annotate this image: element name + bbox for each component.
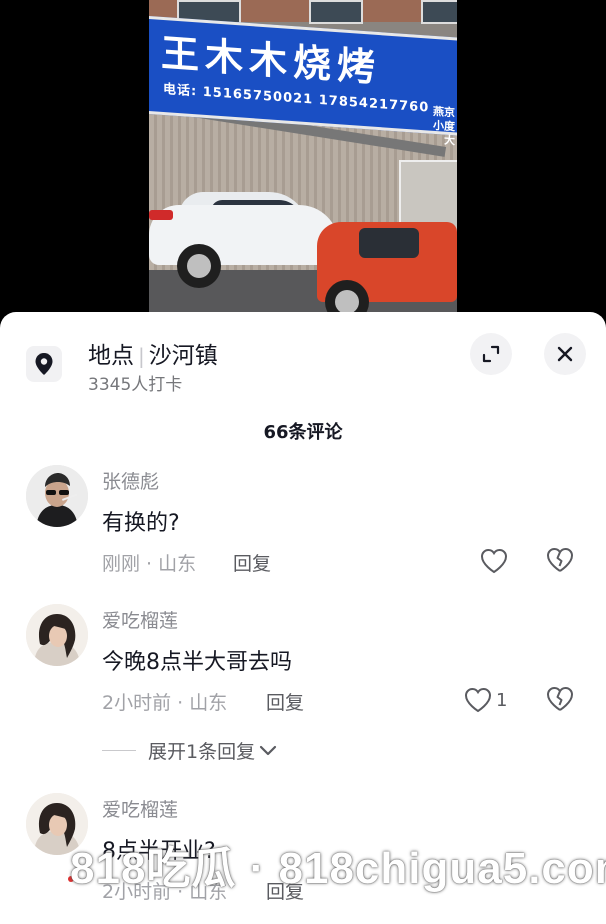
building-window xyxy=(309,0,363,24)
location-checkins: 3345人打卡 xyxy=(88,375,183,395)
white-car xyxy=(149,205,339,265)
comment-author[interactable]: 张德彪 xyxy=(102,467,159,494)
expand-divider xyxy=(102,750,136,751)
location-title[interactable]: 地点 | 沙河镇 xyxy=(88,336,218,370)
comment-count: 66条评论 xyxy=(263,422,343,443)
broken-heart-icon xyxy=(547,548,573,572)
comment-meta: 2小时前 · 山东 xyxy=(102,692,228,714)
expand-replies-button[interactable]: 展开1条回复 xyxy=(102,737,277,764)
white-car-taillight xyxy=(149,210,173,220)
dislike-button[interactable] xyxy=(546,547,576,575)
like-count: 1 xyxy=(496,689,508,711)
sign-side-text: 燕京 小度 大 xyxy=(433,104,455,148)
broken-heart-icon xyxy=(547,687,573,711)
dislike-button[interactable] xyxy=(546,686,576,714)
heart-icon xyxy=(464,687,492,713)
comment-author[interactable]: 爱吃榴莲 xyxy=(102,795,178,822)
screen: 王木木烧烤 电话: 15165750021 17854217760 燕京 小度 … xyxy=(0,0,606,924)
location-label: 地点 xyxy=(88,343,134,369)
comment-author[interactable]: 爱吃榴莲 xyxy=(102,606,178,633)
heart-icon xyxy=(480,548,508,574)
comment-item: 张德彪 有换的? 刚刚 · 山东 回复 xyxy=(0,465,606,615)
expand-icon xyxy=(482,345,500,363)
close-button[interactable] xyxy=(544,333,586,375)
comment-meta: 刚刚 · 山东 xyxy=(102,553,197,575)
comment-text: 今晚8点半大哥去吗 xyxy=(102,650,292,675)
reply-button[interactable]: 回复 xyxy=(266,688,304,715)
white-car-wheel xyxy=(177,244,221,288)
watermark: 818吃瓜 · 818chigua5.com xyxy=(70,844,606,893)
video-frame[interactable]: 王木木烧烤 电话: 15165750021 17854217760 燕京 小度 … xyxy=(149,0,457,318)
reply-button[interactable]: 回复 xyxy=(233,549,271,576)
red-car-window xyxy=(359,228,419,258)
expand-replies-label: 展开1条回复 xyxy=(148,741,256,763)
avatar[interactable] xyxy=(26,604,88,666)
comment-item: 爱吃榴莲 今晚8点半大哥去吗 2小时前 · 山东 回复 1 xyxy=(0,604,606,754)
like-button[interactable] xyxy=(480,547,512,575)
chevron-down-icon xyxy=(259,745,277,755)
location-place: 沙河镇 xyxy=(148,343,218,369)
avatar[interactable] xyxy=(26,465,88,527)
location-separator: | xyxy=(138,344,145,368)
expand-button[interactable] xyxy=(470,333,512,375)
close-icon xyxy=(557,346,573,362)
building-window xyxy=(421,0,457,24)
location-pin-icon xyxy=(26,346,62,382)
comment-text: 有换的? xyxy=(102,511,180,536)
like-button[interactable]: 1 xyxy=(464,686,507,714)
